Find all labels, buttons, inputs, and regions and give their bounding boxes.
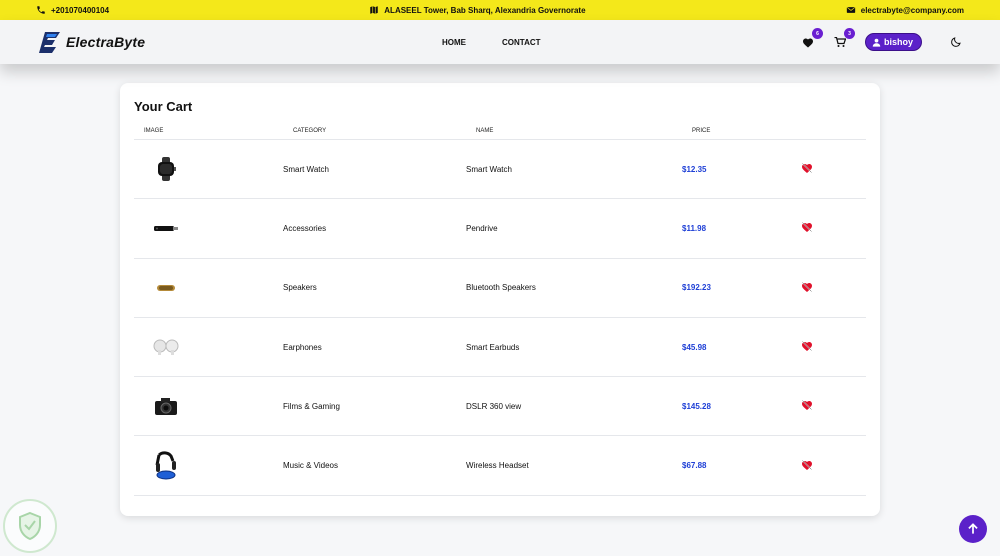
row-category: Music & Videos — [283, 435, 466, 496]
header-name: NAME — [466, 128, 682, 140]
cart-table-header: IMAGE CATEGORY NAME PRICE — [134, 128, 866, 140]
envelope-icon — [846, 7, 855, 13]
cart-count-badge: 3 — [843, 28, 855, 39]
header-price: PRICE — [682, 128, 801, 140]
user-menu-button[interactable]: bishoy — [864, 33, 922, 51]
row-price: $67.88 — [682, 435, 801, 496]
address-info: ALASEEL Tower, Bab Sharq, Alexandria Gov… — [369, 5, 586, 15]
remove-from-cart-icon[interactable] — [801, 340, 813, 352]
row-name: Smart Watch — [466, 139, 682, 200]
cart-title: Your Cart — [134, 99, 193, 114]
address-text: ALASEEL Tower, Bab Sharq, Alexandria Gov… — [384, 5, 586, 15]
map-icon — [370, 6, 379, 14]
cart-row: Films & Gaming DSLR 360 view $145.28 — [134, 376, 866, 437]
remove-from-cart-icon[interactable] — [801, 162, 813, 174]
email-info: electrabyte@company.com — [846, 5, 964, 15]
nav-contact-link[interactable]: CONTACT — [502, 38, 541, 47]
cart-table: IMAGE CATEGORY NAME PRICE Smart Watch Sm… — [134, 128, 866, 496]
row-category: Speakers — [283, 258, 466, 318]
nav-links: HOME CONTACT — [442, 38, 541, 47]
remove-from-cart-icon[interactable] — [801, 459, 813, 471]
remove-from-cart-icon[interactable] — [801, 221, 813, 233]
cart-row: Music & Videos Wireless Headset $67.88 — [134, 435, 866, 496]
navbar: ElectraByte HOME CONTACT 6 3 bishoy — [0, 20, 1000, 64]
row-price: $11.98 — [682, 198, 801, 259]
remove-from-cart-icon[interactable] — [801, 399, 813, 411]
pendrive-image — [146, 208, 186, 248]
row-category: Accessories — [283, 198, 466, 259]
cart-row: Smart Watch Smart Watch $12.35 — [134, 139, 866, 200]
phone-info: +201070400104 — [36, 5, 109, 15]
username-label: bishoy — [883, 37, 913, 47]
speaker-image — [146, 268, 186, 308]
header-actions — [801, 128, 866, 140]
cart-row: Speakers Bluetooth Speakers $192.23 — [134, 258, 866, 318]
top-info-bar: +201070400104 ALASEEL Tower, Bab Sharq, … — [0, 0, 1000, 20]
logo-icon — [39, 32, 60, 53]
phone-number: +201070400104 — [51, 5, 110, 15]
brand-logo[interactable]: ElectraByte — [38, 31, 338, 53]
camera-image — [146, 386, 186, 426]
smart-watch-image — [146, 149, 186, 189]
cart-button[interactable]: 3 — [833, 28, 855, 49]
row-category: Earphones — [283, 317, 466, 378]
cart-row: Accessories Pendrive $11.98 — [134, 198, 866, 259]
row-category: Films & Gaming — [283, 376, 466, 437]
heart-icon — [802, 38, 813, 47]
header-category: CATEGORY — [283, 128, 466, 140]
dark-mode-toggle-icon[interactable] — [950, 36, 962, 48]
cart-icon — [834, 36, 846, 47]
watermark-logo — [3, 499, 57, 553]
row-name: DSLR 360 view — [466, 376, 682, 437]
row-category: Smart Watch — [283, 139, 466, 200]
email-text: electrabyte@company.com — [860, 5, 964, 15]
cart-card: Your Cart IMAGE CATEGORY NAME PRICE Smar… — [120, 83, 880, 516]
earbuds-image — [146, 327, 186, 367]
user-icon — [872, 38, 881, 47]
scroll-to-top-button[interactable] — [959, 515, 987, 543]
phone-icon — [37, 6, 45, 14]
wishlist-count-badge: 6 — [811, 28, 823, 39]
headset-image — [146, 446, 186, 486]
row-name: Pendrive — [466, 198, 682, 259]
header-image: IMAGE — [134, 128, 283, 140]
row-name: Bluetooth Speakers — [466, 258, 682, 318]
arrow-up-icon — [968, 523, 978, 534]
nav-actions: 6 3 bishoy — [801, 28, 962, 51]
row-price: $145.28 — [682, 376, 801, 437]
row-price: $12.35 — [682, 139, 801, 200]
shield-icon — [19, 511, 41, 541]
row-name: Wireless Headset — [466, 435, 682, 496]
brand-name: ElectraByte — [66, 34, 146, 50]
wishlist-button[interactable]: 6 — [801, 28, 823, 49]
cart-row: Earphones Smart Earbuds $45.98 — [134, 317, 866, 378]
nav-home-link[interactable]: HOME — [442, 38, 466, 47]
row-price: $45.98 — [682, 317, 801, 378]
row-name: Smart Earbuds — [466, 317, 682, 378]
row-price: $192.23 — [682, 258, 801, 318]
remove-from-cart-icon[interactable] — [801, 281, 813, 293]
